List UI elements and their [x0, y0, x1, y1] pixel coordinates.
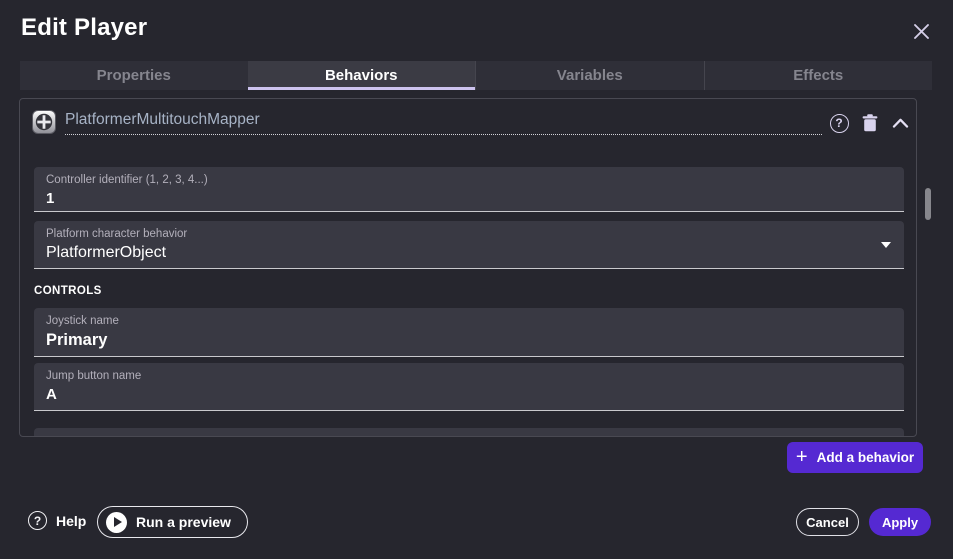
question-glyph: ? — [830, 114, 849, 133]
apply-button[interactable]: Apply — [869, 508, 931, 536]
add-behavior-button[interactable]: + Add a behavior — [787, 442, 923, 473]
help-circle-icon: ? — [28, 511, 47, 530]
run-preview-button[interactable]: Run a preview — [97, 506, 248, 538]
trash-icon[interactable] — [860, 113, 880, 133]
tab-bar: Properties Behaviors Variables Effects — [20, 61, 932, 90]
field-label: Controller identifier (1, 2, 3, 4...) — [46, 173, 892, 187]
platform-character-behavior-select[interactable]: Platform character behavior PlatformerOb… — [34, 221, 904, 269]
chevron-up-icon[interactable] — [890, 113, 910, 133]
behavior-help-icon[interactable]: ? — [829, 113, 849, 133]
joystick-name-field[interactable]: Joystick name Primary — [34, 308, 904, 357]
add-behavior-label: Add a behavior — [817, 450, 915, 465]
field-value: 1 — [46, 190, 892, 207]
help-button[interactable]: ? Help — [28, 511, 86, 530]
cancel-button[interactable]: Cancel — [796, 508, 859, 536]
scrollbar[interactable] — [925, 188, 931, 220]
edit-player-dialog: Edit Player Properties Behaviors Variabl… — [0, 0, 953, 559]
run-preview-label: Run a preview — [136, 514, 231, 530]
controls-section-header: CONTROLS — [34, 285, 102, 297]
field-label: Jump button name — [46, 369, 892, 383]
dropdown-arrow-icon — [881, 242, 891, 248]
help-label: Help — [56, 513, 86, 529]
field-label: Platform character behavior — [46, 227, 892, 241]
behavior-header: PlatformerMultitouchMapper ? — [20, 99, 916, 143]
tab-effects[interactable]: Effects — [704, 61, 933, 90]
field-label: Joystick name — [46, 314, 892, 328]
close-icon[interactable] — [910, 20, 932, 42]
tab-variables[interactable]: Variables — [475, 61, 704, 90]
play-icon — [106, 512, 127, 533]
behavior-name-field[interactable]: PlatformerMultitouchMapper — [65, 111, 822, 135]
plus-icon: + — [796, 447, 808, 467]
field-value: A — [46, 386, 892, 403]
gamepad-icon — [32, 110, 56, 134]
field-value: Primary — [46, 331, 892, 350]
tab-behaviors[interactable]: Behaviors — [248, 61, 476, 90]
dialog-title: Edit Player — [21, 14, 147, 42]
behavior-panel: PlatformerMultitouchMapper ? Controller … — [19, 98, 917, 437]
clipped-next-field — [34, 428, 904, 436]
tab-properties[interactable]: Properties — [20, 61, 248, 90]
field-value: PlatformerObject — [46, 244, 892, 262]
controller-identifier-field[interactable]: Controller identifier (1, 2, 3, 4...) 1 — [34, 167, 904, 212]
jump-button-name-field[interactable]: Jump button name A — [34, 363, 904, 411]
